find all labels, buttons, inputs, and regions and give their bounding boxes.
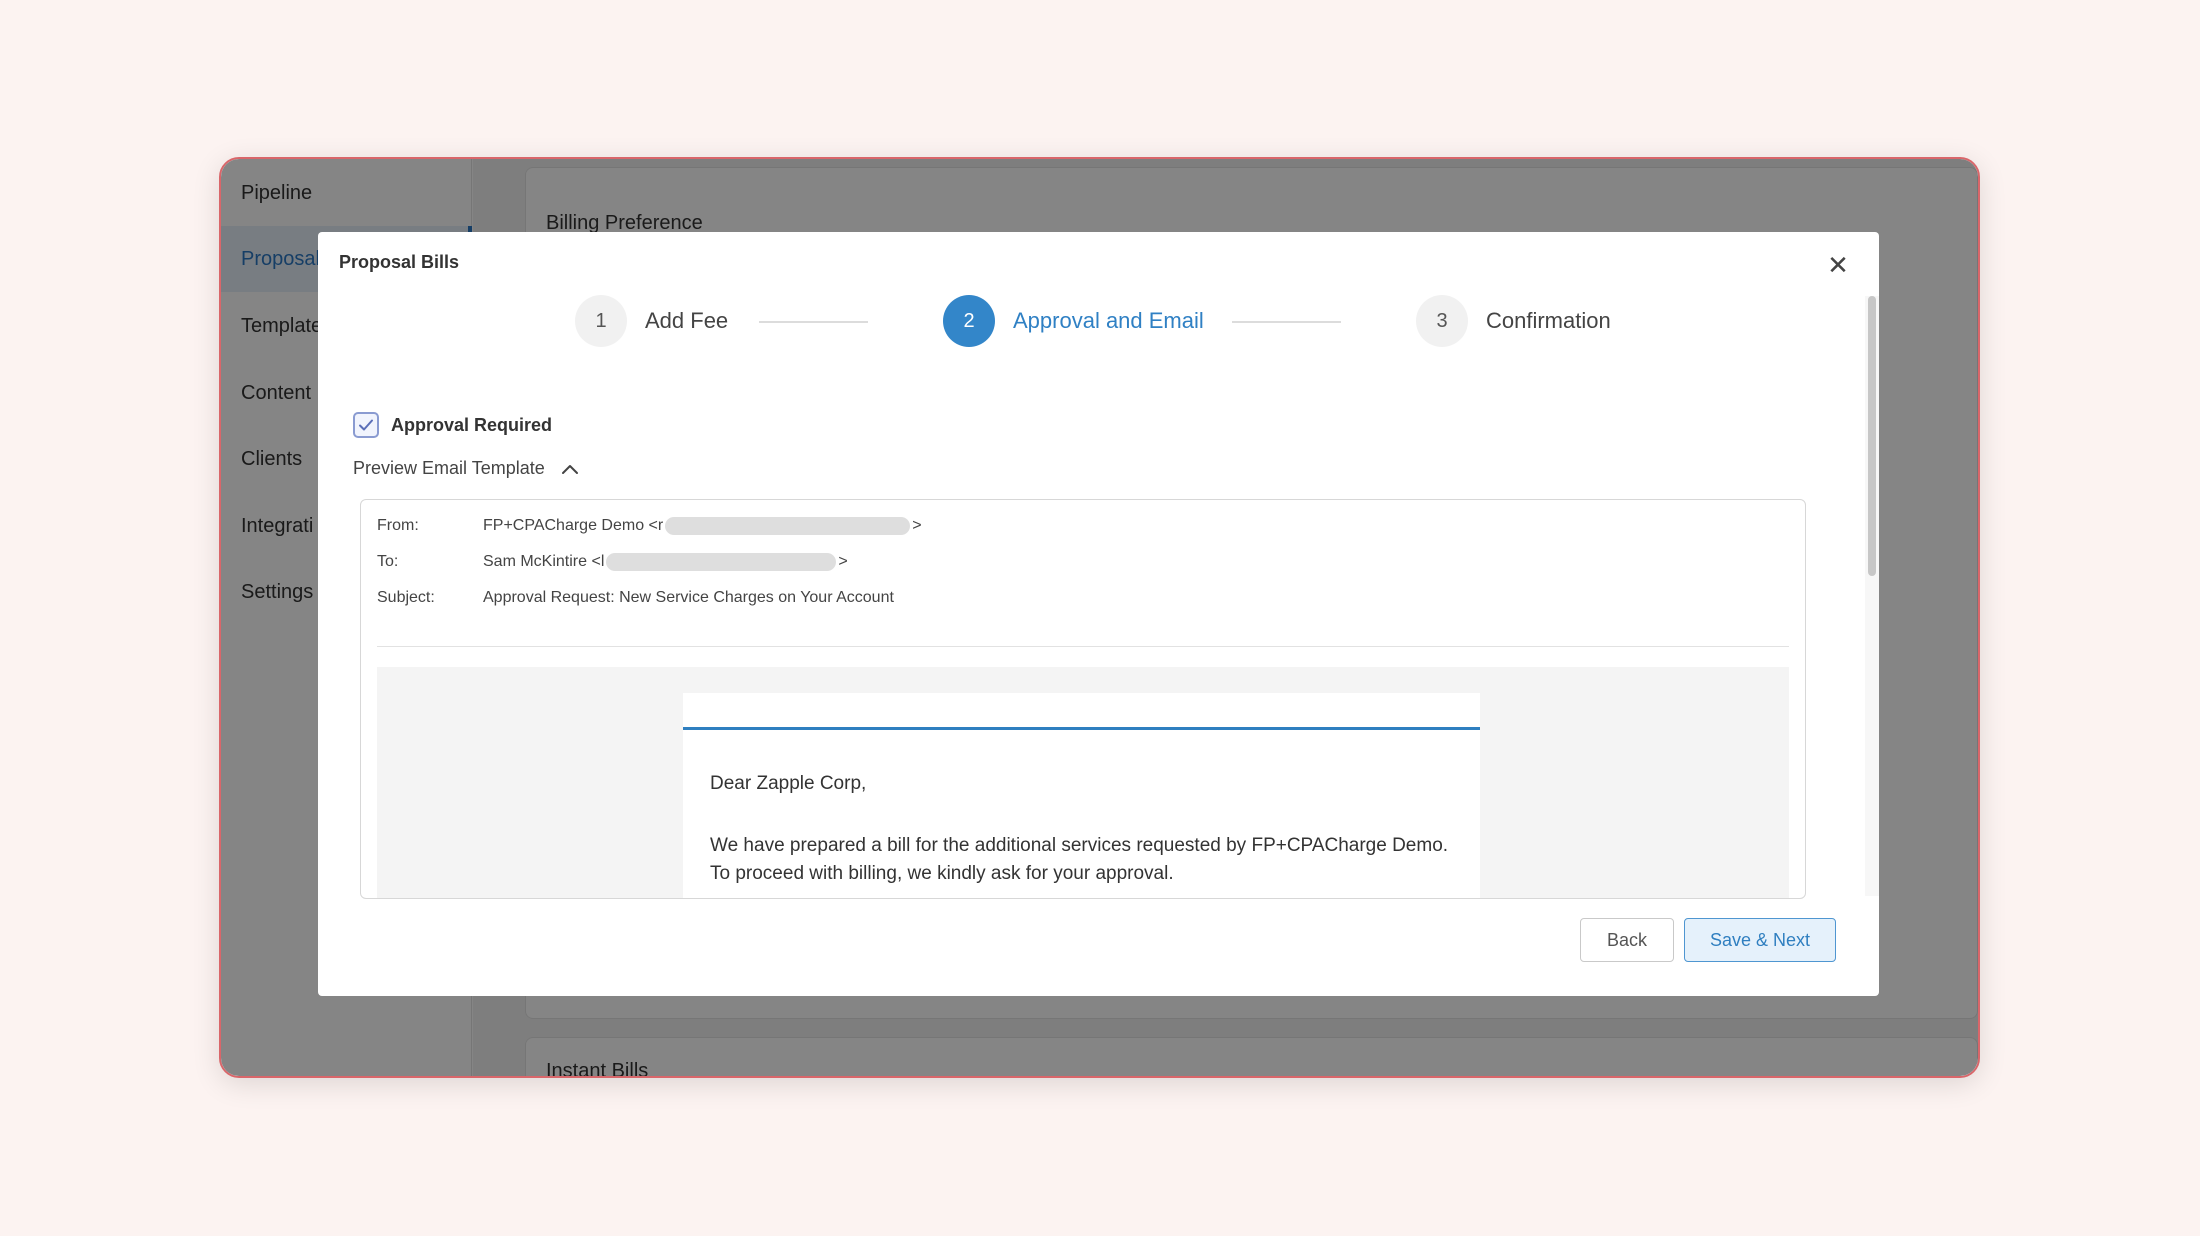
- email-to-row: To: Sam McKintire <l >: [377, 553, 848, 571]
- email-subject-row: Subject: Approval Request: New Service C…: [377, 589, 894, 607]
- email-from-bracket: >: [912, 517, 922, 534]
- email-body-text: We have prepared a bill for the addition…: [710, 835, 1449, 884]
- email-from-key: From:: [377, 517, 419, 534]
- email-to-text: Sam McKintire <l: [483, 553, 605, 570]
- back-button[interactable]: Back: [1580, 918, 1674, 962]
- step-add-fee: 1 Add Fee: [575, 295, 728, 347]
- check-icon: [359, 419, 373, 431]
- step-label-confirmation: Confirmation: [1486, 308, 1611, 333]
- step-label-add-fee: Add Fee: [645, 308, 729, 333]
- redacted-email: [665, 517, 911, 535]
- save-next-button[interactable]: Save & Next: [1684, 918, 1836, 962]
- preview-email-template-label: Preview Email Template: [353, 458, 545, 478]
- email-divider: [377, 646, 1789, 647]
- app-window: Pipeline Proposal Template Content Clien…: [219, 157, 1980, 1078]
- email-body-canvas: Dear Zapple Corp, We have prepared a bil…: [377, 667, 1789, 898]
- proposal-bills-modal: Proposal Bills ✕ 1 Add Fee 2 Approval an…: [318, 232, 1879, 996]
- email-from-text: FP+CPACharge Demo <r: [483, 517, 664, 534]
- close-icon[interactable]: ✕: [1823, 250, 1853, 280]
- email-to-bracket: >: [838, 553, 848, 570]
- email-from-value: FP+CPACharge Demo <r >: [483, 517, 922, 535]
- step-confirmation: 3 Confirmation: [1416, 295, 1611, 347]
- redacted-email: [606, 553, 837, 571]
- approval-required-checkbox[interactable]: [353, 412, 379, 438]
- step-connector-2: [1232, 321, 1341, 323]
- step-number-2: 2: [943, 295, 995, 347]
- modal-scrollbar-thumb[interactable]: [1868, 296, 1876, 576]
- email-preview: From: FP+CPACharge Demo <r > To: Sam McK…: [360, 499, 1806, 899]
- step-label-approval-and-email: Approval and Email: [1013, 308, 1204, 333]
- modal-title: Proposal Bills: [339, 252, 460, 272]
- step-number-3: 3: [1416, 295, 1468, 347]
- email-greeting: Dear Zapple Corp,: [710, 773, 867, 794]
- email-subject-key: Subject:: [377, 589, 435, 606]
- email-from-row: From: FP+CPACharge Demo <r >: [377, 517, 922, 535]
- step-number-1: 1: [575, 295, 627, 347]
- email-subject-value: Approval Request: New Service Charges on…: [483, 589, 894, 606]
- email-sheet: Dear Zapple Corp, We have prepared a bil…: [683, 693, 1480, 898]
- approval-required-row: Approval Required: [353, 412, 552, 438]
- step-approval-and-email: 2 Approval and Email: [943, 295, 1204, 347]
- email-to-key: To:: [377, 553, 399, 570]
- approval-required-label: Approval Required: [391, 414, 553, 435]
- email-to-value: Sam McKintire <l >: [483, 553, 848, 571]
- chevron-up-icon[interactable]: [561, 463, 579, 475]
- step-connector-1: [759, 321, 868, 323]
- email-header-rule: [683, 727, 1480, 730]
- preview-email-template-toggle[interactable]: Preview Email Template: [353, 458, 579, 479]
